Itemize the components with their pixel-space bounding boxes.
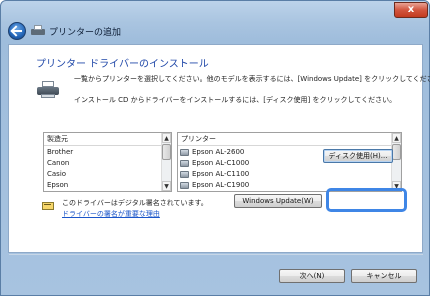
page-heading: プリンター ドライバーのインストール (36, 59, 209, 70)
scroll-up-icon[interactable]: ▲ (162, 133, 171, 143)
printer-model-label: Epson AL-C1100 (192, 170, 250, 178)
list-item[interactable]: Epson AL-C1100 (178, 169, 249, 180)
list-item[interactable]: Epson AL-C1000 (178, 158, 249, 169)
printer-list-header: プリンター (178, 133, 392, 146)
printer-model-icon (180, 149, 189, 156)
next-button[interactable]: 次へ(N) (279, 269, 345, 283)
signed-driver-icon (42, 202, 54, 212)
add-printer-window: x プリンターの追加 プリンター ドライバーのインストール 一覧からプリンターを… (0, 0, 430, 296)
list-item[interactable]: Epson AL-C1900 (178, 180, 249, 191)
manufacturer-scrollbar[interactable]: ▲ ▼ (161, 133, 171, 191)
printer-model-label: Epson AL-2600 (192, 148, 245, 156)
list-item[interactable]: Casio (44, 169, 73, 180)
footer-divider (9, 254, 423, 255)
window-title: プリンターの追加 (49, 28, 122, 38)
manufacturer-list-header: 製造元 (44, 133, 162, 146)
instruction-text-1: 一覧からプリンターを選択してください。他のモデルを表示するには、[Windows… (74, 75, 430, 83)
scroll-down-icon[interactable]: ▼ (162, 181, 171, 191)
signature-info-link[interactable]: ドライバーの署名が重要な理由 (62, 209, 160, 219)
list-item[interactable]: Epson (44, 180, 73, 191)
signature-status-text: このドライバーはデジタル署名されています。 (62, 199, 208, 207)
cancel-button[interactable]: キャンセル (351, 269, 417, 283)
printer-model-label: Epson AL-C1900 (192, 181, 250, 189)
printer-icon (37, 81, 59, 99)
windows-update-button[interactable]: Windows Update(W) (234, 194, 322, 208)
printer-model-icon (180, 182, 189, 189)
instruction-text-2: インストール CD からドライバーをインストールするには、[ディスク使用] をク… (74, 96, 397, 104)
printer-model-icon (180, 171, 189, 178)
back-arrow-icon[interactable] (8, 22, 26, 40)
printer-model-icon (180, 160, 189, 167)
have-disk-highlight (326, 188, 407, 212)
manufacturer-list[interactable]: 製造元 Brother Canon Casio Epson ▲ ▼ (43, 132, 172, 192)
scroll-up-icon[interactable]: ▲ (392, 133, 401, 143)
have-disk-button[interactable]: ディスク使用(H)... (323, 149, 393, 163)
scroll-thumb[interactable] (392, 144, 401, 160)
list-item[interactable]: Brother (44, 147, 73, 158)
printer-model-label: Epson AL-C1000 (192, 159, 250, 167)
scroll-thumb[interactable] (162, 144, 171, 160)
close-button[interactable]: x (394, 2, 428, 18)
list-item[interactable]: Canon (44, 158, 73, 169)
list-item[interactable]: Epson AL-2600 (178, 147, 249, 158)
printer-title-icon (31, 25, 45, 37)
